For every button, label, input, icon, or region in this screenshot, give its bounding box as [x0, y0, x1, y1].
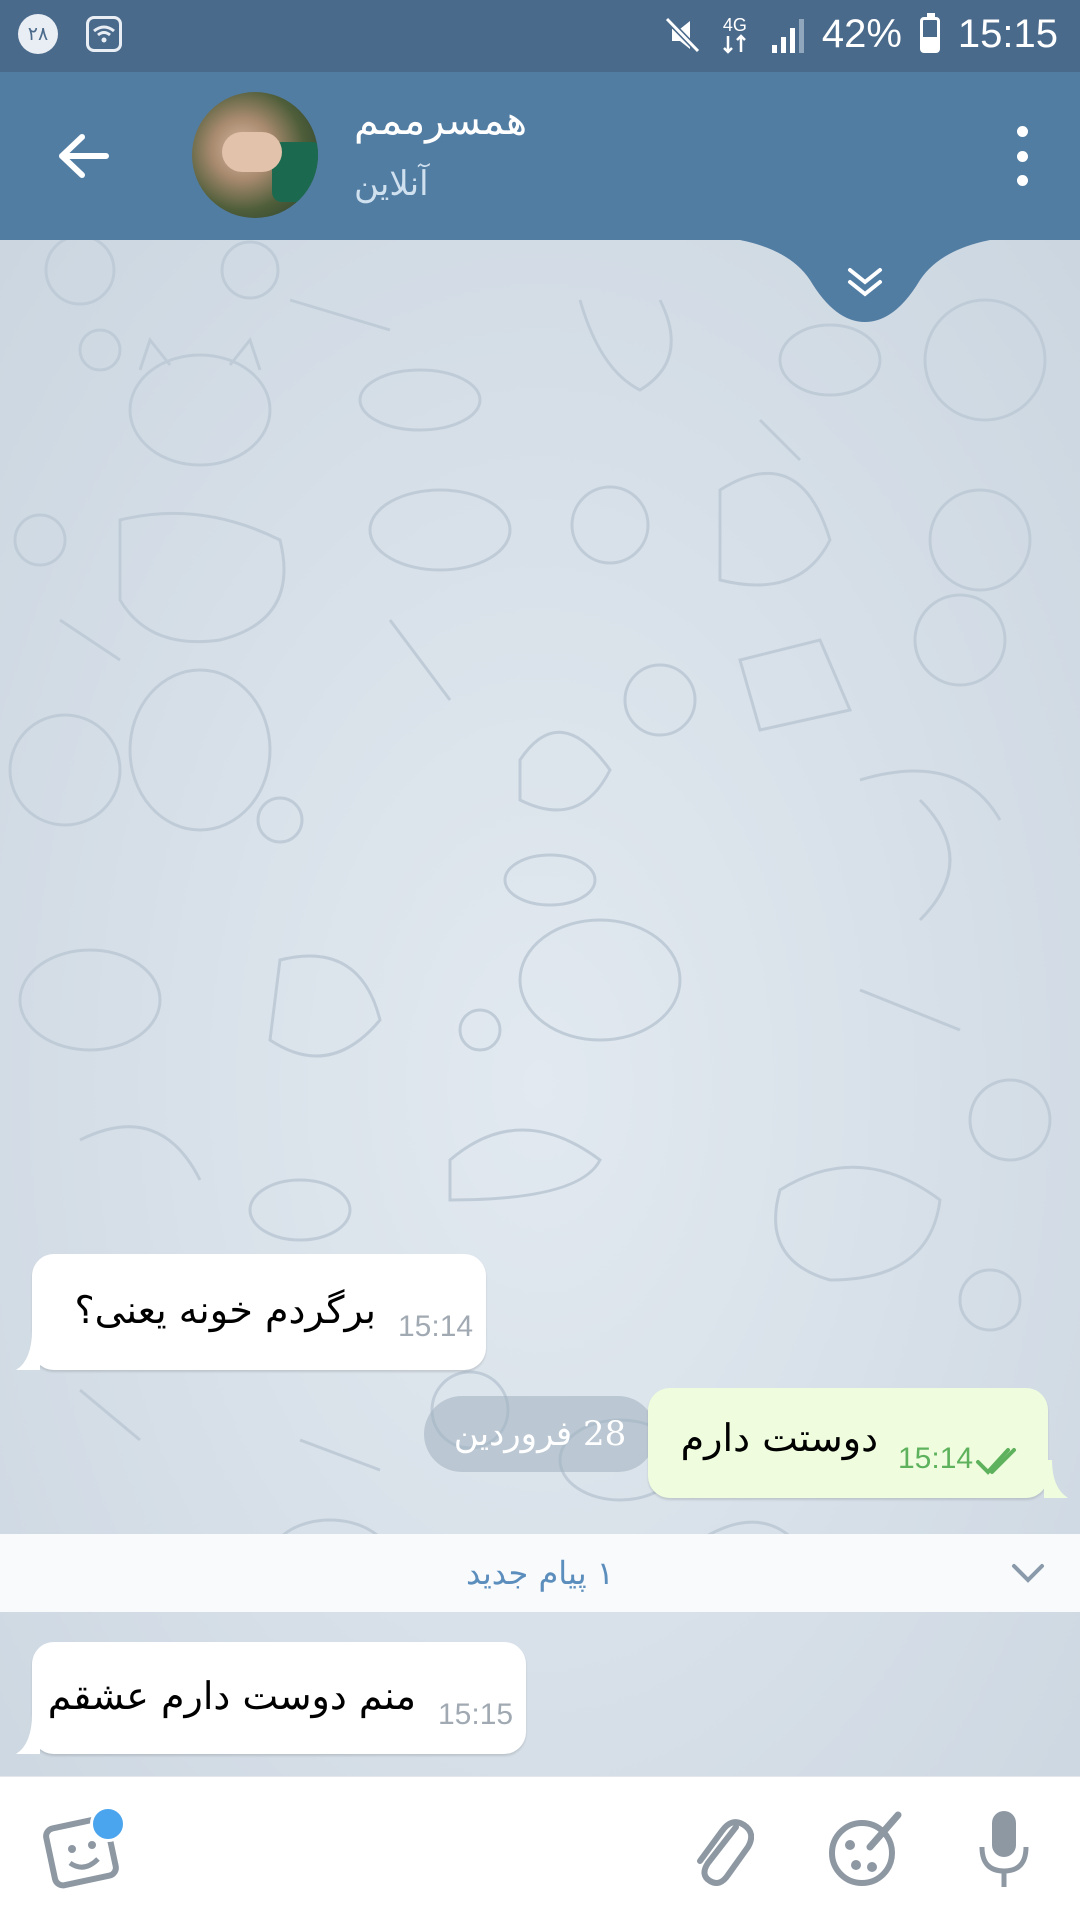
- bubble-tail: [16, 1714, 40, 1754]
- more-options-button[interactable]: [1010, 126, 1034, 186]
- unread-indicator-dot: [90, 1806, 126, 1842]
- message-input-bar: [0, 1776, 1080, 1921]
- scroll-notch: [740, 240, 990, 322]
- chevron-down-icon[interactable]: [1008, 1556, 1048, 1590]
- message-text: دوستت دارم: [680, 1416, 878, 1460]
- new-messages-label: ۱ پیام جدید: [466, 1554, 614, 1592]
- bubble-tail: [16, 1330, 40, 1370]
- microphone-icon[interactable]: [976, 1807, 1032, 1891]
- status-bar: ۲۸ 4G 42% 15:15: [0, 0, 1080, 72]
- avatar[interactable]: [192, 92, 318, 218]
- new-messages-divider: ۱ پیام جدید: [0, 1534, 1080, 1612]
- scroll-to-bottom-button[interactable]: [740, 240, 990, 322]
- back-arrow-icon: [59, 134, 109, 178]
- message-time: 15:14: [398, 1310, 474, 1343]
- attach-icon[interactable]: [688, 1807, 754, 1887]
- signal-icon: [771, 18, 804, 53]
- message-time: 15:15: [438, 1698, 514, 1731]
- double-check-icon: [976, 1448, 1016, 1475]
- paint-icon[interactable]: [826, 1807, 906, 1887]
- data-arrows-icon: [722, 33, 746, 54]
- bubble-tail: [1044, 1460, 1068, 1498]
- message-bubble-outgoing[interactable]: دوستت دارم 15:14: [648, 1388, 1048, 1498]
- message-bubble-incoming[interactable]: 15:14 برگردم خونه یعنی؟: [32, 1254, 486, 1370]
- contact-name[interactable]: همسرممم: [354, 98, 527, 144]
- battery-icon: [919, 12, 940, 53]
- message-bubble-incoming[interactable]: 15:15 منم دوست دارم عشقم: [32, 1642, 526, 1754]
- more-vertical-icon: [1016, 126, 1028, 137]
- notification-count-badge: ۲۸: [18, 14, 58, 54]
- network-type-label: 4G: [722, 14, 747, 35]
- battery-percent: 42%: [821, 12, 902, 56]
- mute-icon: [664, 16, 700, 53]
- chat-header: همسرممم آنلاین: [0, 72, 1080, 240]
- back-button[interactable]: [54, 126, 114, 186]
- message-text: برگردم خونه یعنی؟: [74, 1288, 377, 1332]
- wifi-icon: [86, 16, 122, 52]
- clock: 15:15: [957, 12, 1058, 56]
- message-text: منم دوست دارم عشقم: [47, 1674, 416, 1718]
- contact-status: آنلاین: [354, 164, 429, 204]
- date-separator: 28 فروردین: [424, 1396, 656, 1472]
- message-time: 15:14: [898, 1442, 974, 1475]
